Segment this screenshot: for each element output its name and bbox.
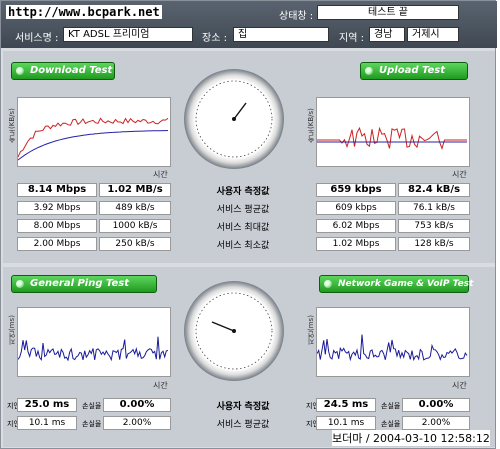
service-label: 서비스명 :	[15, 33, 59, 44]
download-min-kbs: 250 kB/s	[99, 237, 171, 251]
place-label: 장소 :	[202, 33, 227, 44]
game-delay-value: 24.5 ms	[316, 398, 376, 412]
place-field[interactable]: 집	[233, 27, 329, 42]
ping-x-label: 시간	[153, 381, 168, 390]
speedtest-window: http://www.bcpark.net 상태창 : 테스트 끝 서비스명 :…	[0, 0, 497, 449]
latency-gauge-dial	[195, 292, 273, 370]
game-x-label: 시간	[452, 381, 467, 390]
brand-url: http://www.bcpark.net	[6, 5, 162, 19]
upload-avg-kbps: 609 kbps	[316, 201, 396, 215]
ping-test-panel: General Ping Test Network Game & VoIP Te…	[3, 267, 495, 447]
status-led-icon	[365, 67, 373, 75]
download-max-kbs: 1000 kB/s	[99, 219, 171, 233]
upload-series-line	[317, 126, 467, 150]
speed-label-user: 사용자 측정값	[216, 187, 270, 197]
download-max-mbps: 8.00 Mbps	[17, 219, 97, 233]
upload-graph-plot	[317, 126, 467, 150]
status-led-icon	[324, 280, 332, 288]
upload-y-label: 속도(KB/s)	[307, 108, 315, 143]
upload-avg-kbs: 76.1 kB/s	[398, 201, 470, 215]
upload-x-label: 시간	[452, 170, 467, 179]
game-series-line	[316, 334, 468, 362]
download-test-button[interactable]: Download Test	[11, 62, 115, 80]
latency-gauge-needle	[211, 321, 235, 332]
ping-label-avg: 서비스 평균값	[216, 420, 270, 430]
download-graph	[17, 97, 171, 167]
status-led-icon	[16, 67, 24, 75]
ping-graph	[17, 307, 171, 377]
ping-delay-value: 25.0 ms	[17, 398, 77, 412]
download-min-mbps: 2.00 Mbps	[17, 237, 97, 251]
ping-y-label: 지연(ms)	[8, 315, 16, 345]
download-user-kbs: 1.02 MB/s	[99, 183, 171, 197]
upload-max-mbps: 6.02 Mbps	[316, 219, 396, 233]
latency-gauge	[184, 281, 284, 381]
upload-max-kbs: 753 kB/s	[398, 219, 470, 233]
download-x-label: 시간	[153, 170, 168, 179]
speed-test-panel: Download Test Upload Test 속도(KB/s) 시간 속도…	[3, 51, 495, 263]
region-city-field[interactable]: 거제시	[407, 27, 459, 42]
upload-min-kbs: 128 kB/s	[398, 237, 470, 251]
upload-user-kbs: 82.4 kB/s	[398, 183, 470, 197]
speed-gauge-dial	[195, 80, 273, 158]
download-series-line	[17, 117, 169, 158]
ping-label-user: 사용자 측정값	[216, 402, 270, 412]
status-label: 상태창 :	[279, 11, 314, 22]
download-avg-kbs: 489 kB/s	[99, 201, 171, 215]
game-loss-value: 0.00%	[402, 398, 470, 412]
header-bar: http://www.bcpark.net 상태창 : 테스트 끝 서비스명 :…	[1, 1, 497, 48]
download-y-label: 속도(KB/s)	[8, 108, 16, 143]
footer-timestamp: 보더마 / 2004-03-10 12:58:12	[332, 430, 490, 446]
game-graph-plot	[316, 334, 468, 362]
game-y-label: 지연(ms)	[307, 315, 315, 345]
speed-gauge-needle	[233, 102, 247, 120]
network-game-voip-test-button[interactable]: Network Game & VoIP Test	[319, 275, 473, 293]
speed-label-min: 서비스 최소값	[216, 241, 270, 251]
service-field[interactable]: KT ADSL 프리미엄	[63, 27, 193, 42]
download-graph-plot	[17, 117, 169, 161]
upload-user-kbps: 659 kbps	[316, 183, 396, 197]
general-ping-test-button[interactable]: General Ping Test	[11, 275, 157, 293]
ping-graph-plot	[17, 336, 169, 362]
game-loss-side-label: 손실율	[381, 402, 401, 410]
game-avg-loss-value: 2.00%	[402, 416, 470, 430]
ping-avg-loss-side-label: 손실율	[82, 420, 102, 428]
ping-series-line	[17, 336, 169, 362]
upload-test-button[interactable]: Upload Test	[360, 62, 468, 80]
game-avg-loss-side-label: 손실율	[381, 420, 401, 428]
speed-label-max: 서비스 최대값	[216, 223, 270, 233]
speed-label-avg: 서비스 평균값	[216, 205, 270, 215]
upload-graph	[316, 97, 470, 167]
download-avg-mbps: 3.92 Mbps	[17, 201, 97, 215]
ping-avg-loss-value: 2.00%	[103, 416, 171, 430]
region-label: 지역 :	[339, 33, 364, 44]
status-led-icon	[16, 280, 24, 288]
download-average-line	[17, 130, 169, 161]
status-field: 테스트 끝	[317, 5, 459, 20]
upload-min-mbps: 1.02 Mbps	[316, 237, 396, 251]
ping-avg-delay-value: 10.1 ms	[17, 416, 77, 430]
game-avg-delay-value: 10.1 ms	[316, 416, 376, 430]
game-graph	[316, 307, 470, 377]
speed-gauge	[184, 69, 284, 169]
ping-loss-side-label: 손실율	[82, 402, 102, 410]
ping-loss-value: 0.00%	[103, 398, 171, 412]
region-province-field[interactable]: 경남	[369, 27, 405, 42]
download-user-mbps: 8.14 Mbps	[17, 183, 97, 197]
